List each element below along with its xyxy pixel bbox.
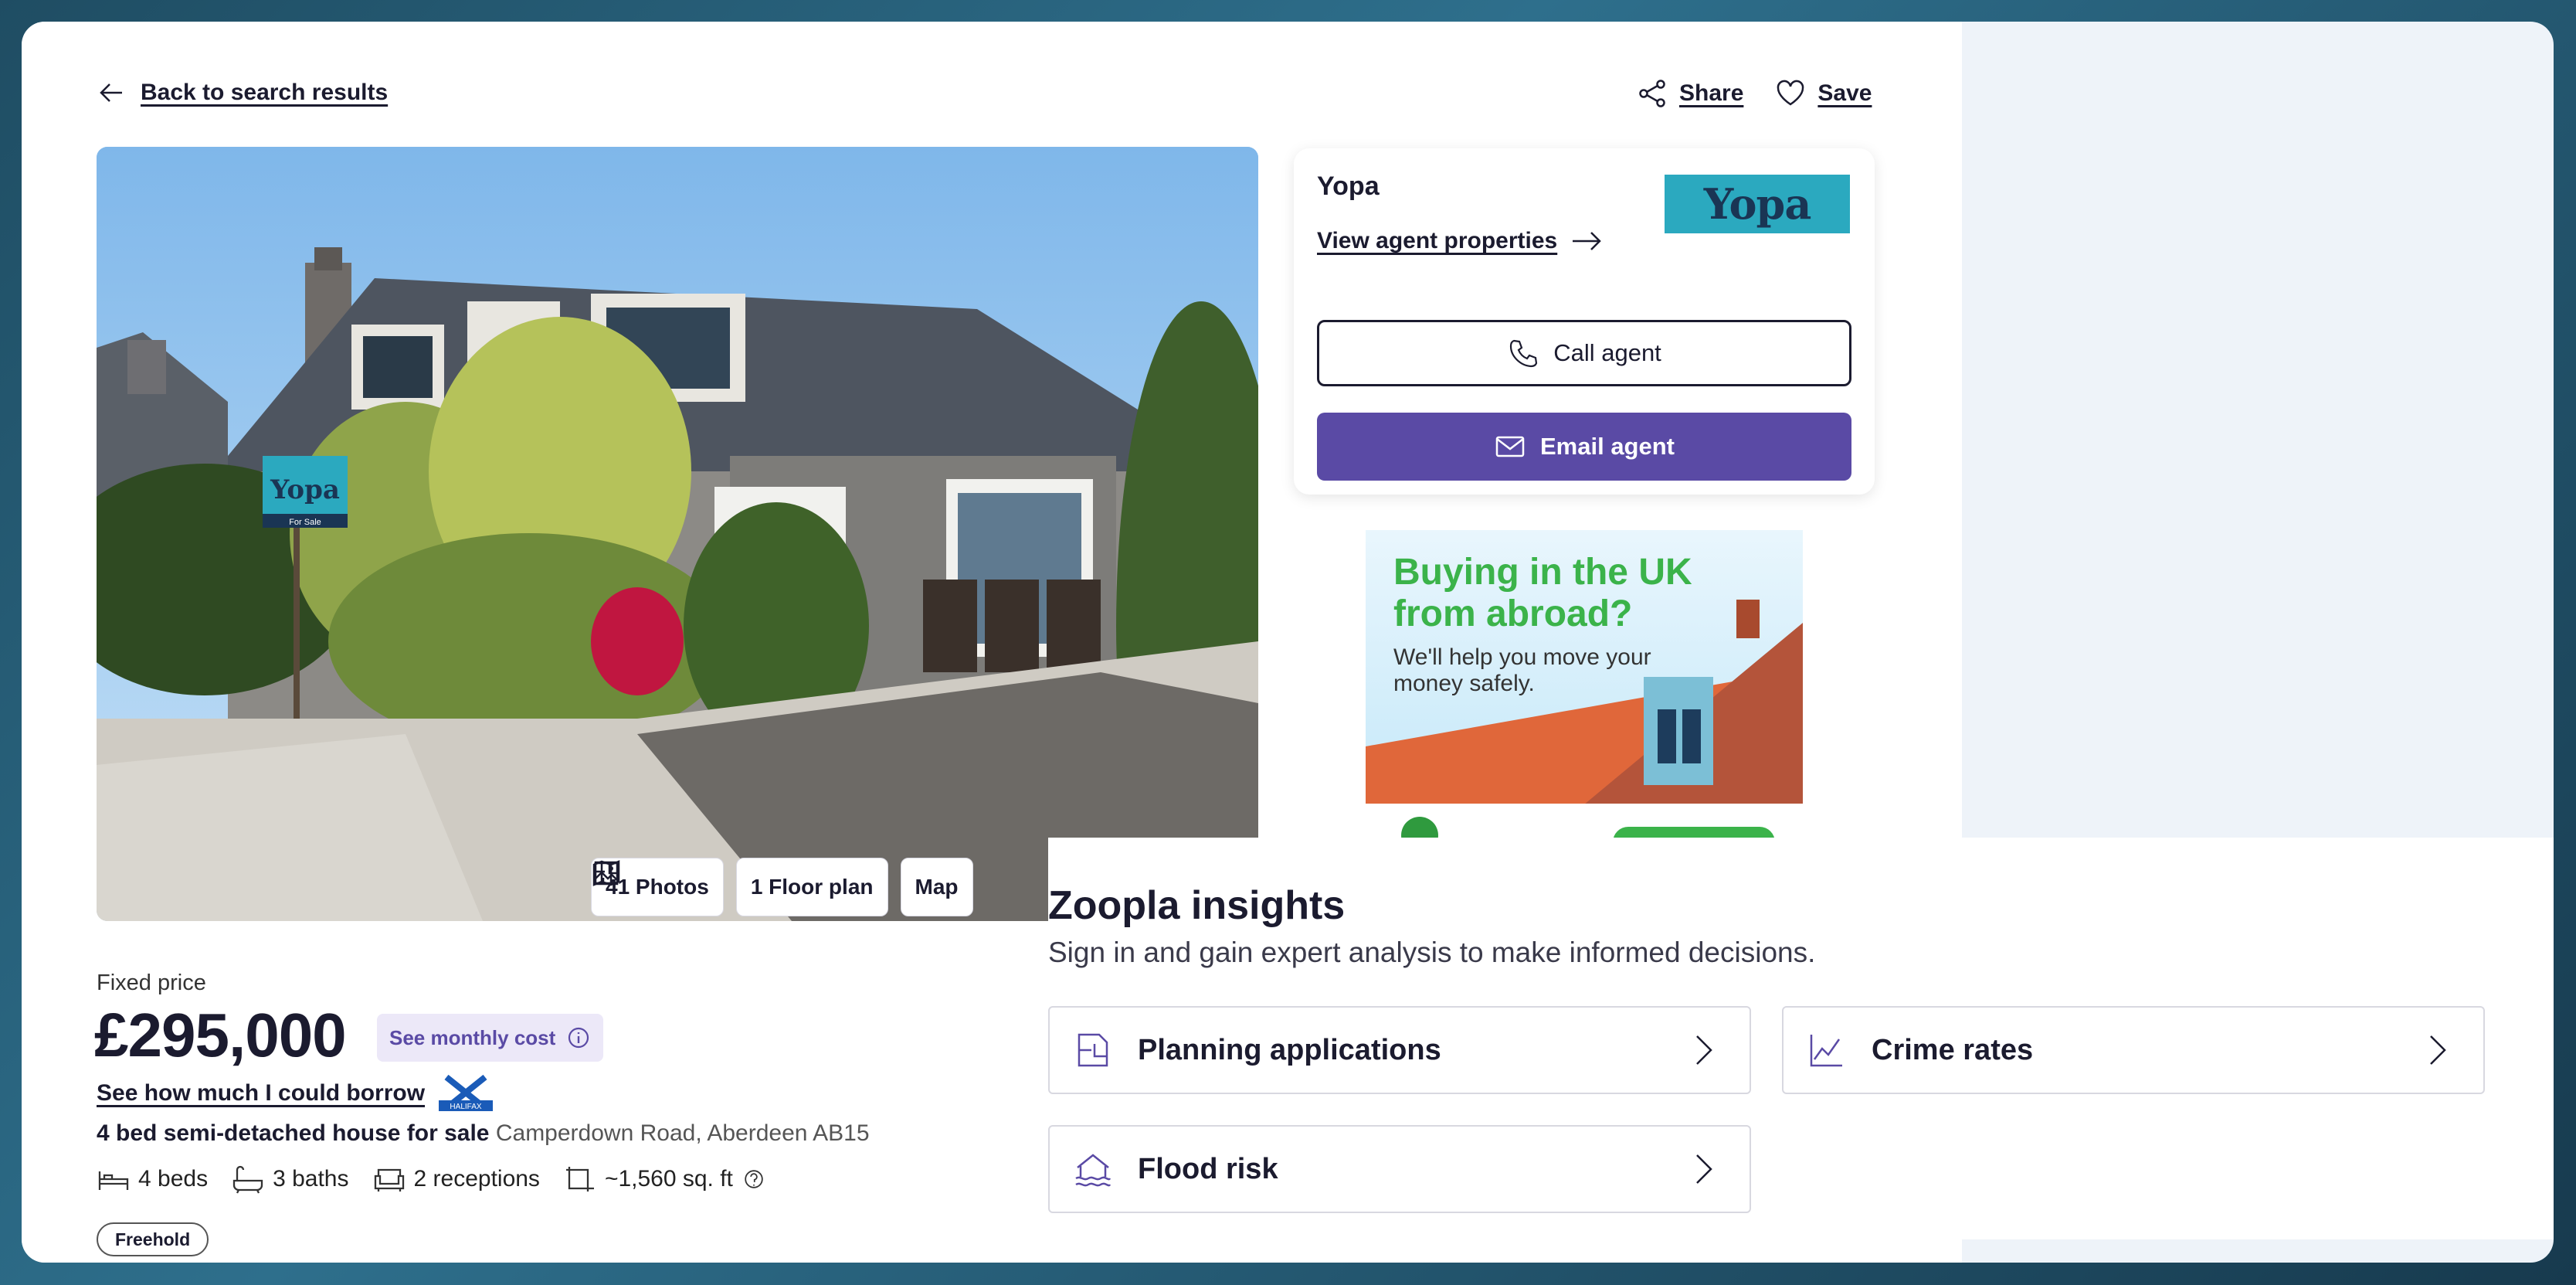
envelope-icon [1495,436,1525,457]
baths-feature: 3 baths [231,1164,349,1195]
email-agent-button[interactable]: Email agent [1317,413,1851,481]
sign-brand: Yopa [270,474,340,505]
house-photo-illustration: Yopa For Sale [97,147,1258,921]
advert-subtext: We'll help you move your money safely. [1393,644,1651,696]
view-agent-properties-link[interactable]: View agent properties [1317,227,1604,255]
floor-area-icon [565,1167,594,1192]
borrow-calculator-link[interactable]: See how much I could borrow HALIFAX [97,1074,494,1113]
arrow-right-icon [1573,232,1601,250]
share-button[interactable]: Share [1636,77,1743,110]
share-icon [1639,80,1665,107]
share-label: Share [1679,80,1744,106]
bath-icon [232,1165,263,1194]
back-label: Back to search results [141,80,389,105]
zoopla-insights-panel: Zoopla insights Sign in and gain expert … [1048,838,2554,1239]
agent-card: Yopa View agent properties Yopa Call age… [1294,148,1875,495]
baths-label: 3 baths [273,1166,349,1192]
halifax-text: HALIFAX [450,1103,481,1111]
tenure-badge: Freehold [97,1222,209,1256]
floorplan-button[interactable]: 1 Floor plan [594,858,888,916]
crime-rates-card[interactable]: Crime rates [1782,1006,2485,1094]
property-features: 4 beds 3 baths 2 receptions ~1,560 sq. f… [97,1164,767,1195]
phone-icon [1510,339,1538,368]
halifax-logo-icon: HALIFAX [439,1074,494,1111]
email-agent-label: Email agent [1540,433,1675,460]
planning-icon [1078,1033,1108,1067]
insights-title: Zoopla insights [1048,883,1346,928]
main-property-photo[interactable]: Yopa For Sale 41 Photos 1 Floor plan Map [97,147,1258,921]
browser-window: Back to search results Share Save Yopa F… [22,22,2554,1263]
crime-chart-icon [1810,1035,1842,1067]
listing-price: £295,000 [94,1001,347,1069]
advert-banner[interactable]: Buying in the UK from abroad? We'll help… [1366,530,1803,858]
save-label: Save [1817,80,1872,106]
map-button[interactable]: Map [592,858,973,916]
advert-headline: Buying in the UK from abroad? [1393,552,1692,634]
agent-name: Yopa [1317,172,1380,201]
agent-logo[interactable]: Yopa [1665,175,1850,233]
receptions-feature: 2 receptions [372,1164,540,1195]
info-icon [568,1027,589,1049]
gallery-controls: 41 Photos 1 Floor plan Map [591,858,973,916]
monthly-cost-label: See monthly cost [389,1025,556,1049]
chevron-right-icon [1696,1035,1712,1065]
borrow-label: See how much I could borrow [97,1080,426,1106]
sign-text: For Sale [289,518,321,527]
bed-icon [98,1171,129,1190]
listing-description: 4 bed semi-detached house for sale Campe… [97,1120,870,1147]
flood-icon [1075,1154,1112,1187]
monthly-cost-button[interactable]: See monthly cost [377,1014,604,1062]
listing-address: Camperdown Road, Aberdeen AB15 [495,1120,870,1146]
map-icon [592,860,620,886]
save-button[interactable]: Save [1774,77,1872,110]
floorplan-label: 1 Floor plan [750,875,874,899]
listing-title: 4 bed semi-detached house for sale [97,1120,490,1146]
crime-rates-label: Crime rates [1872,1033,2034,1066]
insights-subtitle: Sign in and gain expert analysis to make… [1048,937,1816,968]
planning-applications-card[interactable]: Planning applications [1048,1006,1751,1094]
beds-label: 4 beds [138,1166,209,1192]
call-agent-button[interactable]: Call agent [1317,320,1851,386]
back-to-results-link[interactable]: Back to search results [96,77,388,108]
heart-icon [1777,80,1804,106]
area-feature: ~1,560 sq. ft [563,1164,767,1195]
arrow-left-icon [100,83,122,102]
beds-feature: 4 beds [97,1164,208,1195]
receptions-label: 2 receptions [413,1166,540,1192]
price-type: Fixed price [97,971,206,995]
area-label: ~1,560 sq. ft [604,1166,733,1192]
chevron-right-icon [1696,1154,1712,1184]
help-icon[interactable] [741,1166,767,1192]
call-agent-label: Call agent [1553,339,1661,366]
flood-risk-card[interactable]: Flood risk [1048,1125,1751,1213]
view-agent-properties-label: View agent properties [1317,228,1558,253]
top-actions: Share Save [1636,77,1872,110]
sofa-icon [374,1168,404,1192]
planning-applications-label: Planning applications [1138,1033,1441,1066]
chevron-right-icon [2430,1035,2446,1065]
map-label: Map [915,875,959,899]
flood-risk-label: Flood risk [1138,1152,1278,1185]
